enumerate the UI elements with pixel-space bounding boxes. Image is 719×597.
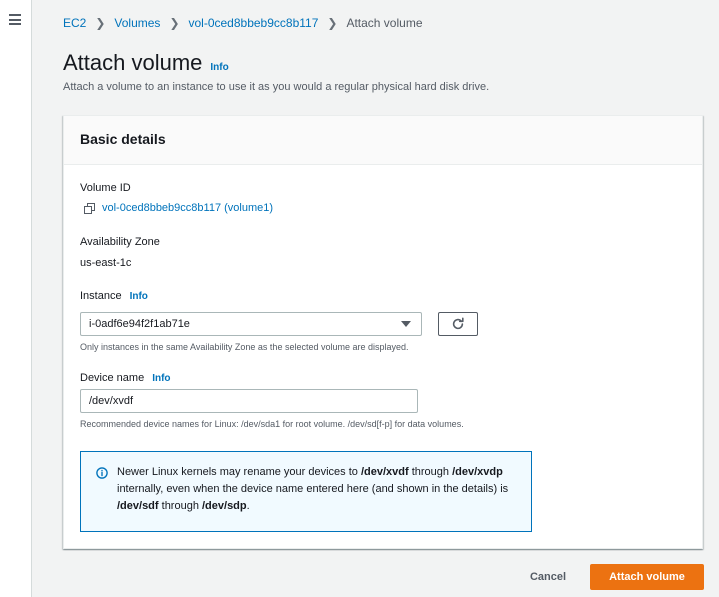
alert-bold-xvdf: /dev/xvdf [360,466,409,478]
page-info-link[interactable]: Info [210,62,228,73]
instance-select[interactable]: i-0adf6e94f2f1ab71e [80,312,422,336]
breadcrumb: EC2 ❯ Volumes ❯ vol-0ced8bbeb9cc8b117 ❯ … [63,16,423,30]
chevron-right-icon: ❯ [169,16,180,30]
panel-title: Basic details [80,131,166,147]
instance-label: Instance [80,290,122,302]
copy-icon[interactable] [84,202,95,214]
panel-header: Basic details [64,116,702,165]
attach-volume-button[interactable]: Attach volume [590,564,704,590]
caret-down-icon [401,321,411,327]
breadcrumb-ec2[interactable]: EC2 [63,16,86,30]
refresh-button[interactable] [438,312,478,336]
device-name-info-link[interactable]: Info [152,373,170,384]
instance-selected-value: i-0adf6e94f2f1ab71e [89,318,190,330]
instance-label-row: Instance Info [80,290,148,302]
page-title: Attach volume [63,50,203,75]
info-icon [96,467,108,479]
alert-text: Newer Linux kernels may rename your devi… [117,466,509,512]
refresh-icon [452,317,464,330]
availability-zone-label: Availability Zone [80,236,160,248]
volume-id-link[interactable]: vol-0ced8bbeb9cc8b117 (volume1) [102,202,273,214]
cancel-button[interactable]: Cancel [519,564,577,590]
alert-bold-sdf: /dev/sdf [117,500,159,512]
menu-icon[interactable] [9,14,21,25]
volume-id-row: vol-0ced8bbeb9cc8b117 (volume1) [84,202,273,214]
chevron-right-icon: ❯ [327,16,338,30]
device-name-hint: Recommended device names for Linux: /dev… [80,419,464,429]
instance-hint: Only instances in the same Availability … [80,342,409,352]
alert-bold-sdp: /dev/sdp [202,500,247,512]
volume-id-label: Volume ID [80,182,131,194]
basic-details-panel: Basic details Volume ID vol-0ced8bbeb9cc… [63,115,703,549]
availability-zone-value: us-east-1c [80,257,132,269]
page-header: Attach volume Info [63,50,229,76]
device-name-label-row: Device name Info [80,372,171,384]
breadcrumb-volume-id[interactable]: vol-0ced8bbeb9cc8b117 [189,16,319,30]
breadcrumb-volumes[interactable]: Volumes [114,16,160,30]
breadcrumb-current: Attach volume [346,16,423,30]
device-name-input[interactable] [80,389,418,413]
instance-info-link[interactable]: Info [130,291,148,302]
page-description: Attach a volume to an instance to use it… [63,81,490,93]
alert-bold-xvdp: /dev/xvdp [452,466,503,478]
side-navigation-rail [0,0,32,597]
device-name-label: Device name [80,372,145,384]
chevron-right-icon: ❯ [95,16,106,30]
info-alert: Newer Linux kernels may rename your devi… [80,451,532,532]
